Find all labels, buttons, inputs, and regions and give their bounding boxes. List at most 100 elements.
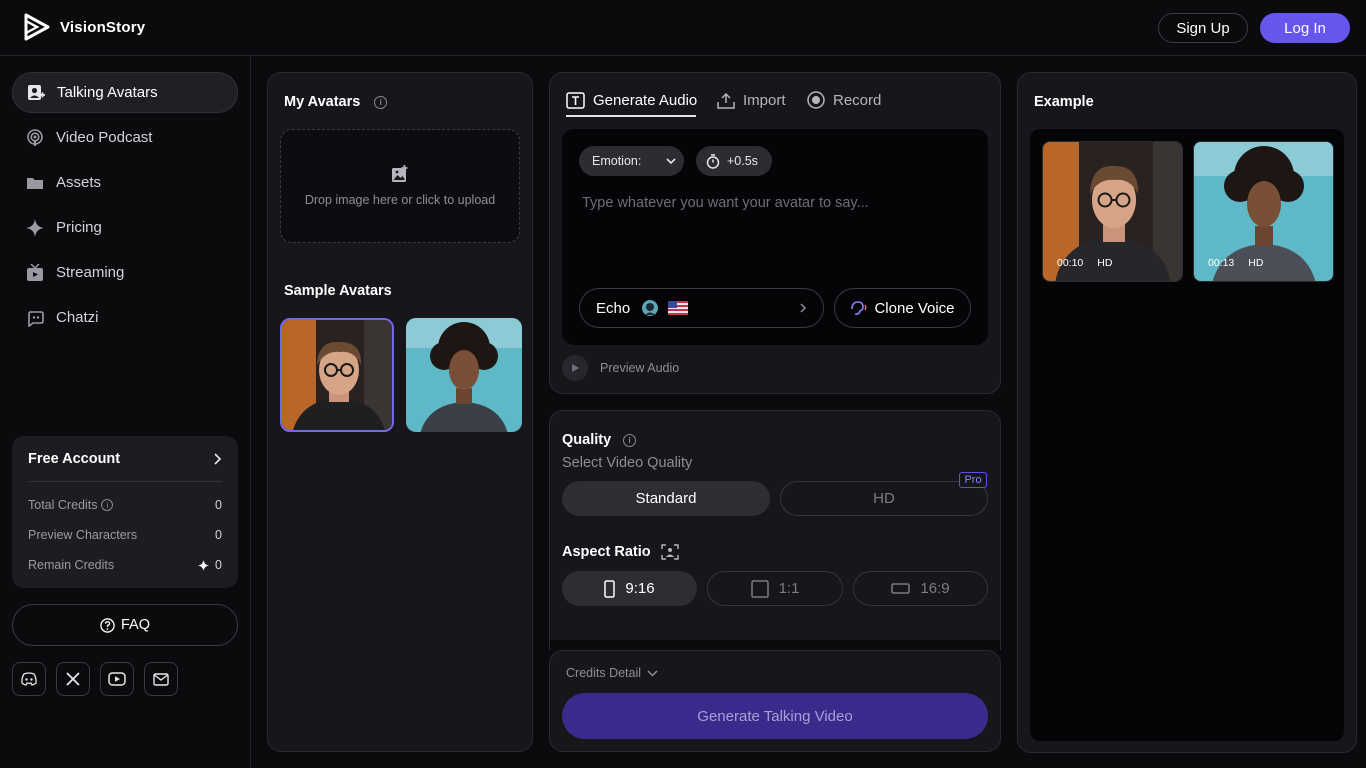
sidebar-item-label: Talking Avatars bbox=[57, 84, 158, 101]
preview-characters-label: Preview Characters bbox=[28, 528, 138, 542]
upload-icon bbox=[717, 92, 735, 109]
discord-icon bbox=[21, 672, 37, 686]
tab-import[interactable]: Import bbox=[717, 88, 786, 112]
preview-audio[interactable]: Preview Audio bbox=[562, 355, 679, 381]
remain-credits-value: 0 bbox=[215, 558, 222, 572]
video-quality: HD bbox=[1248, 257, 1264, 269]
aspect-ratio-icon[interactable] bbox=[660, 544, 679, 560]
tab-label: Generate Audio bbox=[593, 91, 698, 109]
brand-logo[interactable]: VisionStory bbox=[24, 13, 145, 41]
portrait-frame-icon bbox=[604, 579, 616, 598]
faq-button[interactable]: FAQ bbox=[12, 604, 238, 646]
tv-icon bbox=[27, 263, 43, 281]
sample-avatars-title: Sample Avatars bbox=[284, 283, 392, 299]
voice-selector[interactable]: Echo bbox=[579, 288, 824, 328]
top-bar: VisionStory Sign Up Log In bbox=[0, 0, 1366, 56]
sidebar-item-label: Chatzi bbox=[56, 309, 99, 326]
emotion-dropdown[interactable]: Emotion: bbox=[579, 146, 684, 176]
record-icon bbox=[807, 91, 825, 109]
generate-talking-video-button[interactable]: Generate Talking Video bbox=[562, 693, 988, 739]
upload-text: Drop image here or click to upload bbox=[304, 193, 496, 207]
my-avatars-title: My Avatars bbox=[284, 94, 361, 110]
mail-icon bbox=[153, 672, 169, 686]
podcast-icon bbox=[27, 128, 43, 146]
info-icon[interactable]: i bbox=[374, 95, 388, 109]
aspect-1-1-option[interactable]: 1:1 bbox=[707, 571, 843, 606]
youtube-icon bbox=[108, 672, 126, 686]
tab-generate-audio[interactable]: Generate Audio bbox=[566, 88, 697, 112]
sparkle-icon bbox=[198, 559, 210, 571]
video-meta: 00:13 HD bbox=[1208, 257, 1263, 269]
clone-voice-label: Clone Voice bbox=[874, 299, 955, 317]
example-video-2[interactable]: 00:13 HD bbox=[1193, 141, 1334, 282]
credits-detail-toggle[interactable]: Credits Detail bbox=[566, 666, 658, 680]
quality-standard-option[interactable]: Standard bbox=[562, 481, 770, 516]
sample-avatar-1[interactable] bbox=[280, 318, 394, 432]
aspect-label: 1:1 bbox=[778, 580, 800, 597]
example-video-1[interactable]: 00:10 HD bbox=[1042, 141, 1183, 282]
tab-label: Record bbox=[833, 91, 882, 109]
text-box-icon bbox=[566, 91, 585, 109]
play-icon[interactable] bbox=[562, 355, 588, 381]
tab-label: Import bbox=[743, 91, 786, 109]
us-flag-icon bbox=[668, 301, 689, 315]
remain-credits-row: Remain Credits 0 bbox=[28, 558, 222, 572]
script-placeholder: Type whatever you want your avatar to sa… bbox=[582, 195, 869, 211]
brand-name: VisionStory bbox=[60, 18, 146, 36]
square-frame-icon bbox=[750, 579, 769, 598]
tab-record[interactable]: Record bbox=[807, 88, 881, 112]
divider bbox=[28, 481, 222, 482]
chevron-right-icon[interactable] bbox=[212, 453, 222, 465]
info-icon[interactable]: i bbox=[623, 433, 637, 447]
voice-wave-icon bbox=[851, 301, 867, 315]
example-title: Example bbox=[1034, 94, 1094, 110]
youtube-button[interactable] bbox=[100, 662, 134, 696]
sidebar-item-streaming[interactable]: Streaming bbox=[12, 252, 238, 293]
sidebar-item-talking-avatars[interactable]: Talking Avatars bbox=[12, 72, 238, 113]
aspect-label: 9:16 bbox=[625, 580, 655, 597]
discord-button[interactable] bbox=[12, 662, 46, 696]
aspect-16-9-option[interactable]: 16:9 bbox=[853, 571, 988, 606]
sample-avatar-2[interactable] bbox=[406, 318, 522, 432]
info-icon[interactable]: i bbox=[101, 499, 114, 511]
sign-up-button[interactable]: Sign Up bbox=[1158, 13, 1248, 43]
chevron-down-icon bbox=[666, 157, 676, 164]
video-duration: 00:10 bbox=[1057, 257, 1084, 269]
clone-voice-button[interactable]: Clone Voice bbox=[834, 288, 971, 328]
my-avatars-heading: My Avatars i bbox=[284, 94, 388, 110]
sidebar-item-video-podcast[interactable]: Video Podcast bbox=[12, 117, 238, 158]
account-title: Free Account bbox=[28, 451, 121, 467]
x-icon bbox=[66, 672, 80, 686]
voice-name: Echo bbox=[596, 299, 631, 317]
folder-icon bbox=[27, 177, 43, 189]
sidebar-item-chatzi[interactable]: Chatzi bbox=[12, 297, 238, 338]
voice-avatar-icon bbox=[642, 300, 659, 316]
aspect-label: 16:9 bbox=[920, 580, 950, 597]
log-in-button[interactable]: Log In bbox=[1260, 13, 1350, 43]
pro-badge: Pro bbox=[959, 472, 987, 488]
aspect-9-16-option[interactable]: 9:16 bbox=[562, 571, 697, 606]
quality-hd-option[interactable]: HD bbox=[780, 481, 988, 516]
chevron-down-icon bbox=[647, 669, 658, 677]
remain-credits-label: Remain Credits bbox=[28, 558, 115, 572]
active-tab-indicator bbox=[566, 115, 696, 117]
account-card[interactable]: Free Account Total Credits i 0 Preview C… bbox=[12, 436, 238, 588]
aspect-ratio-title: Aspect Ratio bbox=[562, 544, 651, 560]
sidebar-item-pricing[interactable]: Pricing bbox=[12, 207, 238, 248]
play-triangle-logo-icon bbox=[24, 13, 50, 41]
total-credits-value: 0 bbox=[215, 498, 222, 512]
quality-subtitle: Select Video Quality bbox=[562, 455, 693, 471]
preview-characters-row: Preview Characters 0 bbox=[28, 528, 222, 542]
preview-audio-label: Preview Audio bbox=[600, 361, 680, 375]
sidebar-item-assets[interactable]: Assets bbox=[12, 162, 238, 203]
faq-label: FAQ bbox=[120, 617, 150, 633]
upload-dropzone[interactable]: Drop image here or click to upload bbox=[280, 129, 520, 243]
timer-icon bbox=[706, 153, 720, 169]
mail-button[interactable] bbox=[144, 662, 178, 696]
credits-detail-label: Credits Detail bbox=[566, 666, 642, 680]
x-button[interactable] bbox=[56, 662, 90, 696]
pause-button[interactable]: +0.5s bbox=[696, 146, 772, 176]
sidebar-item-label: Video Podcast bbox=[56, 129, 153, 146]
avatar-portrait-woman bbox=[406, 318, 522, 432]
sidebar-item-label: Pricing bbox=[56, 219, 102, 236]
